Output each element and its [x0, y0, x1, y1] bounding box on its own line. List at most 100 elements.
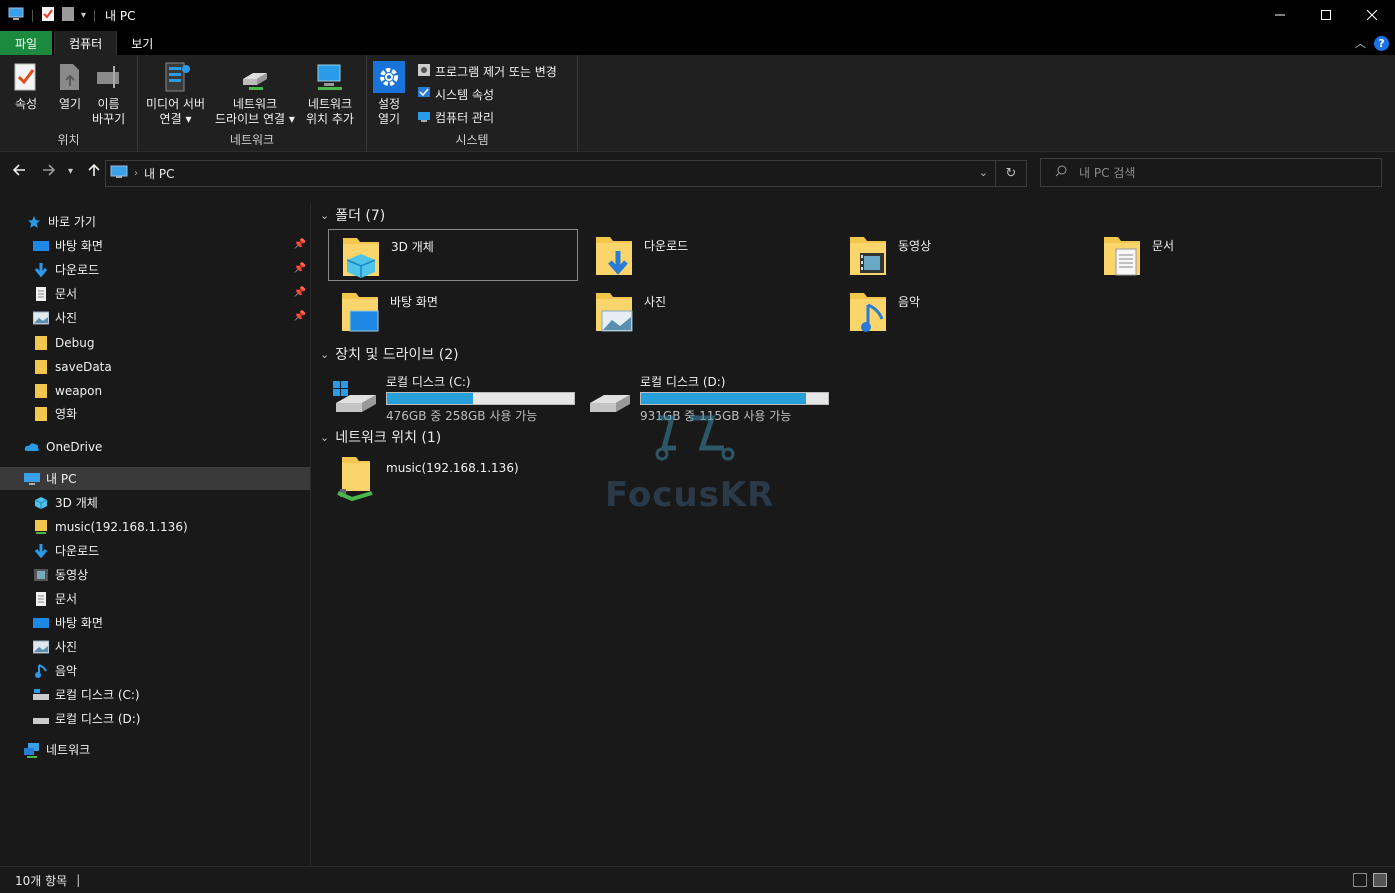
section-header-network-locations[interactable]: ⌄ 네트워크 위치 (1)	[320, 427, 441, 447]
folder-tile-videos[interactable]: 동영상	[836, 229, 1086, 281]
computer-icon	[110, 165, 128, 182]
folder-tile-music[interactable]: 음악	[836, 285, 1086, 337]
forward-arrow-icon[interactable]	[42, 163, 56, 181]
sidebar-item-drive-c[interactable]: 로컬 디스크 (C:)	[0, 683, 310, 706]
folder-name: 사진	[644, 295, 667, 309]
help-icon[interactable]: ?	[1374, 35, 1389, 51]
tab-view[interactable]: 보기	[117, 31, 167, 55]
open-settings-button[interactable]: 설정 열기	[373, 61, 405, 127]
connect-media-server-button[interactable]: 미디어 서버 연결 ▾	[146, 61, 205, 127]
sidebar-item-pc-documents[interactable]: 문서	[0, 587, 310, 610]
sidebar-item-3d-objects[interactable]: 3D 개체	[0, 491, 310, 514]
drive-usage-bar	[640, 392, 829, 405]
pin-icon[interactable]: 📌	[294, 311, 306, 322]
desktop-icon	[33, 238, 49, 254]
computer-management-button[interactable]: 컴퓨터 관리	[417, 109, 494, 126]
sidebar-item-weapon[interactable]: weapon	[0, 379, 310, 402]
sidebar-item-music-network[interactable]: music(192.168.1.136)	[0, 515, 310, 538]
folder-icon	[33, 335, 49, 351]
properties-icon[interactable]	[41, 6, 55, 25]
sidebar-item-pc-pictures[interactable]: 사진	[0, 635, 310, 658]
sidebar-item-debug[interactable]: Debug	[0, 331, 310, 354]
folder-icon	[33, 359, 49, 375]
folder-tile-pictures[interactable]: 사진	[582, 285, 832, 337]
navigation-pane: 바로 가기 바탕 화면 📌 다운로드 📌 문서 📌 사진 📌 Debug sav…	[0, 203, 311, 866]
minimize-icon	[1275, 8, 1285, 24]
customize-dropdown-icon[interactable]: ▾	[81, 10, 86, 21]
add-network-location-button[interactable]: 네트워크 위치 추가	[306, 61, 354, 127]
address-bar[interactable]: › 내 PC ⌄ ↻	[105, 160, 1027, 187]
minimize-button[interactable]	[1257, 0, 1303, 31]
breadcrumb-this-pc[interactable]: 내 PC	[144, 165, 174, 182]
pin-icon[interactable]: 📌	[294, 287, 306, 298]
address-dropdown-icon[interactable]: ⌄	[979, 166, 988, 179]
search-box[interactable]	[1040, 158, 1382, 187]
properties-button[interactable]: 속성	[10, 61, 42, 112]
recent-locations-chevron-icon[interactable]: ▾	[68, 166, 73, 177]
sidebar-item-label: 3D 개체	[55, 496, 98, 510]
uninstall-label: 프로그램 제거 또는 변경	[435, 65, 557, 79]
folder-tile-documents[interactable]: 문서	[1090, 229, 1340, 281]
sidebar-item-movies[interactable]: 영화	[0, 402, 310, 425]
sidebar-item-videos[interactable]: 동영상	[0, 563, 310, 586]
sidebar-item-label: 다운로드	[55, 544, 100, 558]
new-folder-icon[interactable]	[61, 6, 75, 25]
network-icon	[24, 742, 40, 758]
tab-computer[interactable]: 컴퓨터	[54, 31, 118, 55]
sidebar-item-desktop[interactable]: 바탕 화면 📌	[0, 234, 310, 257]
search-input[interactable]	[1079, 165, 1359, 180]
sidebar-item-pc-downloads[interactable]: 다운로드	[0, 539, 310, 562]
pin-icon[interactable]: 📌	[294, 239, 306, 250]
pin-icon[interactable]: 📌	[294, 263, 306, 274]
section-title: 장치 및 드라이브 (2)	[335, 347, 459, 363]
chevron-down-icon: ⌄	[320, 208, 330, 222]
back-arrow-icon[interactable]	[12, 163, 26, 181]
star-icon	[26, 214, 42, 230]
group-label-location: 위치	[57, 133, 80, 147]
section-header-folders[interactable]: ⌄ 폴더 (7)	[320, 205, 385, 225]
sidebar-item-label: 로컬 디스크 (D:)	[55, 712, 141, 726]
sidebar-item-onedrive[interactable]: OneDrive	[0, 435, 310, 458]
sidebar-item-documents[interactable]: 문서 📌	[0, 282, 310, 305]
rename-icon	[93, 61, 125, 93]
refresh-button[interactable]: ↻	[995, 161, 1026, 186]
sidebar-item-network[interactable]: 네트워크	[0, 738, 310, 761]
collapse-ribbon-icon[interactable]: ︿	[1355, 35, 1366, 51]
details-view-icon[interactable]	[1353, 873, 1367, 887]
sidebar-item-pictures[interactable]: 사진 📌	[0, 306, 310, 329]
folder-tile-desktop[interactable]: 바탕 화면	[328, 285, 578, 337]
section-header-drives[interactable]: ⌄ 장치 및 드라이브 (2)	[320, 344, 459, 364]
section-title: 네트워크 위치 (1)	[335, 430, 442, 446]
drive-tile-c[interactable]: 로컬 디스크 (C:) 476GB 중 258GB 사용 가능	[316, 369, 575, 423]
large-icons-view-icon[interactable]	[1373, 873, 1387, 887]
maximize-icon	[1321, 8, 1331, 24]
sidebar-item-drive-d[interactable]: 로컬 디스크 (D:)	[0, 707, 310, 730]
uninstall-program-button[interactable]: 프로그램 제거 또는 변경	[417, 63, 557, 80]
network-location-tile-music[interactable]: music(192.168.1.136)	[324, 453, 574, 505]
folder-tile-downloads[interactable]: 다운로드	[582, 229, 832, 281]
watermark-text: FocusKR	[605, 475, 775, 515]
document-icon	[1098, 231, 1146, 279]
tab-file[interactable]: 파일	[0, 31, 53, 55]
sidebar-item-label: 바탕 화면	[55, 239, 103, 253]
sidebar-item-quick-access[interactable]: 바로 가기	[0, 210, 310, 233]
breadcrumb-chevron-icon[interactable]: ›	[134, 168, 138, 179]
system-properties-button[interactable]: 시스템 속성	[417, 86, 494, 103]
download-icon	[590, 231, 638, 279]
network-folder-icon	[332, 455, 380, 503]
map-network-drive-button[interactable]: 네트워크 드라이브 연결 ▾	[215, 61, 295, 127]
sidebar-item-savedata[interactable]: saveData	[0, 355, 310, 378]
up-arrow-icon[interactable]	[87, 163, 101, 181]
sidebar-item-label: 네트워크	[46, 743, 91, 757]
sidebar-item-music[interactable]: 음악	[0, 659, 310, 682]
network-location-name: music(192.168.1.136)	[386, 461, 519, 475]
sidebar-item-downloads[interactable]: 다운로드 📌	[0, 258, 310, 281]
folder-tile-3d-objects[interactable]: 3D 개체	[328, 229, 578, 281]
rename-button[interactable]: 이름 바꾸기	[92, 61, 125, 127]
maximize-button[interactable]	[1303, 0, 1349, 31]
close-icon	[1366, 8, 1378, 24]
sidebar-item-this-pc[interactable]: 내 PC	[0, 467, 310, 490]
sidebar-item-pc-desktop[interactable]: 바탕 화면	[0, 611, 310, 634]
close-button[interactable]	[1349, 0, 1395, 31]
open-button[interactable]: 열기	[54, 61, 86, 112]
